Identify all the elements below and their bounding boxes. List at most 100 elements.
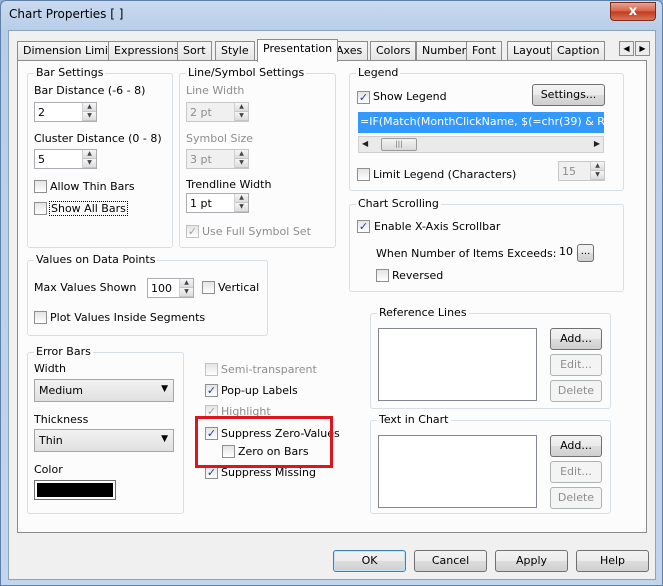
cancel-button[interactable]: Cancel — [414, 550, 487, 572]
legend-expression-scrollbar[interactable]: ◀ ||| ▶ — [358, 136, 604, 153]
spin-up-icon[interactable]: ▲ — [180, 279, 193, 288]
trendline-width-label: Trendline Width — [186, 178, 272, 191]
scroll-thumb[interactable]: ||| — [381, 138, 417, 151]
limit-legend-checkbox[interactable] — [357, 168, 370, 181]
max-values-stepper[interactable]: 100 ▲ ▼ — [147, 278, 194, 298]
chevron-down-icon: ▼ — [161, 384, 168, 394]
spin-down-icon[interactable]: ▼ — [180, 288, 193, 297]
scroll-left-icon[interactable]: ◀ — [362, 139, 368, 148]
symbol-size-label: Symbol Size — [186, 132, 254, 145]
error-color-swatch[interactable] — [34, 480, 116, 500]
title-bar[interactable]: Chart Properties [ ] x — [1, 1, 662, 29]
error-width-dropdown[interactable]: Medium ▼ — [34, 379, 174, 402]
spin-up-icon[interactable]: ▲ — [235, 194, 248, 203]
bar-settings-title: Bar Settings — [34, 66, 106, 79]
tab-scroll-left-icon[interactable]: ◀ — [619, 41, 634, 56]
text-in-chart-list[interactable] — [378, 435, 537, 508]
line-symbol-title: Line/Symbol Settings — [186, 66, 307, 79]
help-button[interactable]: Help — [576, 550, 649, 572]
legend-settings-button[interactable]: Settings... — [532, 84, 605, 106]
tab-number[interactable]: Number — [416, 41, 473, 61]
error-thickness-dropdown[interactable]: Thin ▼ — [34, 429, 174, 452]
popup-labels-checkbox[interactable]: ✓ — [205, 384, 218, 397]
reversed-checkbox[interactable] — [376, 269, 389, 282]
symbol-size-stepper[interactable]: 3 pt ▲ ▼ — [186, 149, 249, 169]
max-values-label: Max Values Shown — [34, 281, 137, 294]
reference-add-button[interactable]: Add... — [550, 328, 602, 350]
reference-edit-button[interactable]: Edit... — [550, 354, 602, 376]
close-button[interactable]: x — [610, 2, 656, 21]
plot-inside-label: Plot Values Inside Segments — [50, 311, 206, 324]
max-values-value: 100 — [151, 282, 172, 295]
tab-caption[interactable]: Caption — [551, 41, 606, 61]
use-full-symbol-set-label: Use Full Symbol Set — [202, 225, 311, 238]
scroll-right-icon[interactable]: ▶ — [594, 139, 600, 148]
error-thickness-value: Thin — [39, 434, 63, 447]
values-on-data-points-title: Values on Data Points — [34, 253, 158, 266]
values-on-data-points-group: Values on Data Points — [27, 253, 268, 336]
legend-expression-field[interactable]: =IF(Match(MonthClickName, $(=chr(39) & R… — [358, 112, 604, 133]
symbol-size-value: 3 pt — [190, 153, 212, 166]
trendline-width-stepper[interactable]: 1 pt ▲ ▼ — [186, 193, 249, 213]
spin-up-icon[interactable]: ▲ — [83, 103, 96, 112]
error-width-label: Width — [34, 362, 66, 375]
limit-legend-value: 15 — [562, 165, 576, 178]
error-color-label: Color — [34, 463, 63, 476]
chart-scrolling-title: Chart Scrolling — [356, 197, 441, 210]
reference-lines-list[interactable] — [378, 328, 537, 401]
spin-down-icon[interactable]: ▼ — [235, 203, 248, 212]
apply-button[interactable]: Apply — [495, 550, 568, 572]
when-exceeds-value: 10 — [559, 245, 573, 258]
line-width-value: 2 pt — [190, 106, 212, 119]
when-exceeds-ellipsis-button[interactable]: ... — [577, 244, 594, 262]
spin-up-icon[interactable]: ▲ — [591, 162, 604, 171]
trendline-width-value: 1 pt — [190, 197, 212, 210]
error-bars-title: Error Bars — [34, 345, 93, 358]
tab-scroll-right-icon[interactable]: ▶ — [635, 41, 650, 56]
show-all-bars-label: Show All Bars — [49, 201, 128, 216]
spin-down-icon[interactable]: ▼ — [591, 171, 604, 180]
tab-font[interactable]: Font — [466, 41, 502, 61]
reference-lines-title: Reference Lines — [377, 306, 469, 319]
vertical-label: Vertical — [218, 281, 260, 294]
error-width-value: Medium — [39, 384, 83, 397]
semi-transparent-checkbox[interactable] — [205, 363, 218, 376]
spin-up-icon[interactable]: ▲ — [235, 150, 248, 159]
line-width-stepper[interactable]: 2 pt ▲ ▼ — [186, 102, 249, 122]
tab-layout[interactable]: Layout — [507, 41, 557, 61]
tab-style[interactable]: Style — [215, 41, 255, 61]
spin-up-icon[interactable]: ▲ — [235, 103, 248, 112]
spin-up-icon[interactable]: ▲ — [83, 150, 96, 159]
spin-down-icon[interactable]: ▼ — [235, 159, 248, 168]
spin-down-icon[interactable]: ▼ — [235, 112, 248, 121]
show-legend-checkbox[interactable]: ✓ — [357, 91, 370, 104]
cluster-distance-stepper[interactable]: 5 ▲ ▼ — [34, 149, 97, 169]
text-add-button[interactable]: Add... — [550, 435, 602, 457]
allow-thin-bars-checkbox[interactable] — [34, 180, 47, 193]
plot-inside-checkbox[interactable] — [34, 311, 47, 324]
allow-thin-bars-label: Allow Thin Bars — [50, 180, 135, 193]
text-edit-button[interactable]: Edit... — [550, 461, 602, 483]
vertical-checkbox[interactable] — [202, 281, 215, 294]
reference-delete-button[interactable]: Delete — [550, 380, 602, 402]
ok-button[interactable]: OK — [333, 550, 406, 572]
tab-sort[interactable]: Sort — [177, 41, 212, 61]
tab-colors[interactable]: Colors — [370, 41, 417, 61]
spin-down-icon[interactable]: ▼ — [83, 112, 96, 121]
text-delete-button[interactable]: Delete — [550, 487, 602, 509]
spin-down-icon[interactable]: ▼ — [83, 159, 96, 168]
limit-legend-stepper[interactable]: 15 ▲ ▼ — [558, 161, 605, 181]
tab-presentation[interactable]: Presentation — [257, 39, 339, 62]
when-exceeds-field[interactable]: 10 — [556, 242, 579, 262]
enable-scrollbar-checkbox[interactable]: ✓ — [357, 220, 370, 233]
show-all-bars-checkbox[interactable] — [34, 202, 47, 215]
use-full-symbol-set-checkbox[interactable]: ✓ — [186, 225, 199, 238]
bar-distance-stepper[interactable]: 2 ▲ ▼ — [34, 102, 97, 122]
cluster-distance-value: 5 — [38, 153, 45, 166]
bar-distance-value: 2 — [38, 106, 45, 119]
limit-legend-label: Limit Legend (Characters) — [373, 168, 517, 181]
enable-scrollbar-label: Enable X-Axis Scrollbar — [374, 220, 501, 233]
tab-expressions[interactable]: Expressions — [108, 41, 186, 61]
color-fill — [37, 483, 113, 497]
line-width-label: Line Width — [186, 84, 245, 97]
